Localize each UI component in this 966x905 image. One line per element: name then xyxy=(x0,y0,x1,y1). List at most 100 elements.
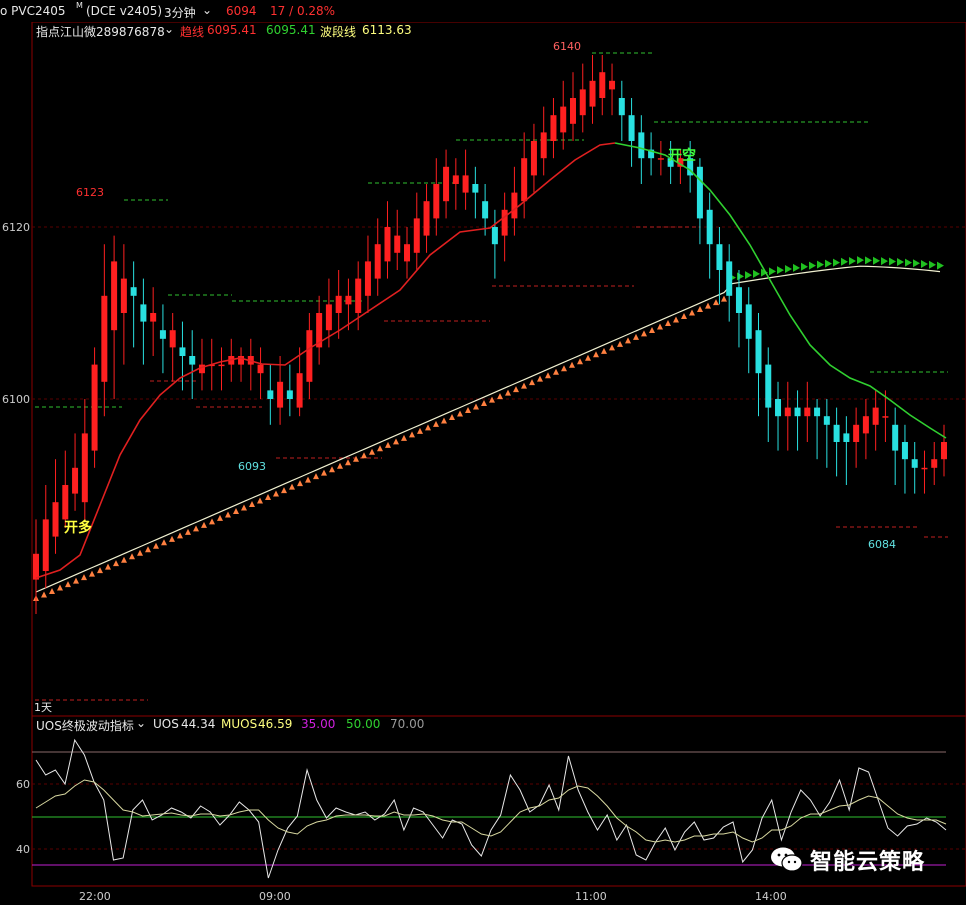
candle-body xyxy=(550,115,557,141)
candle-body xyxy=(716,244,723,270)
trend-green-path xyxy=(614,142,947,439)
sub-tick-60: 60 xyxy=(16,778,30,791)
candle-body xyxy=(491,227,498,245)
band-marker xyxy=(713,299,719,306)
indicator-name[interactable]: 指点江山微289876878 xyxy=(36,23,165,40)
band-marker xyxy=(769,267,776,276)
band-marker xyxy=(601,347,607,354)
band-marker xyxy=(673,316,679,323)
candle-body xyxy=(101,295,108,382)
candle-body xyxy=(150,313,157,322)
chart-canvas[interactable] xyxy=(0,0,966,905)
candle-body xyxy=(91,364,98,451)
candle-body xyxy=(901,442,908,460)
band-marker xyxy=(649,326,655,333)
band-marker xyxy=(609,344,615,351)
muos-path xyxy=(35,779,947,843)
candle-body xyxy=(892,424,899,451)
candle-body xyxy=(784,407,791,417)
price-tick-6100: 6100 xyxy=(2,393,30,406)
candle-body xyxy=(657,158,664,160)
band-marker xyxy=(153,542,159,549)
candle-body xyxy=(482,201,489,219)
last-price: 6094 xyxy=(226,4,257,18)
band-marker xyxy=(753,269,760,278)
price-tick-6120: 6120 xyxy=(2,221,30,234)
candle-body xyxy=(286,390,293,399)
candle-body xyxy=(853,424,860,442)
red-price-label: 6123 xyxy=(76,186,104,199)
period-selector[interactable]: 3分钟 xyxy=(164,4,196,21)
band-marker xyxy=(561,365,567,372)
main-chart-frame xyxy=(31,21,966,717)
candle-body xyxy=(472,184,479,193)
candle-body xyxy=(511,192,518,219)
sub-indicator-name[interactable]: UOS终极波动指标 xyxy=(36,717,134,734)
band-marker xyxy=(513,386,519,393)
candle-body xyxy=(745,304,752,339)
band-marker xyxy=(641,330,647,337)
chevron-down-icon[interactable]: ⌄ xyxy=(202,3,212,17)
candle-body xyxy=(452,175,459,184)
candle-body xyxy=(374,244,381,279)
band-marker xyxy=(897,258,904,267)
candle-body xyxy=(560,106,567,133)
candle-body xyxy=(569,98,576,124)
time-tick-2200: 22:00 xyxy=(79,890,111,903)
band-marker xyxy=(697,306,703,313)
bottom-tag: 1天 xyxy=(34,701,52,714)
candle-body xyxy=(433,184,440,219)
band-marker xyxy=(41,591,47,598)
band-marker xyxy=(385,441,391,448)
band-marker xyxy=(617,340,623,347)
band-marker xyxy=(577,358,583,365)
candle-body xyxy=(872,407,879,425)
candle-body xyxy=(443,166,450,202)
symbol-name[interactable]: o PVC2405 xyxy=(0,4,66,18)
band-marker xyxy=(857,256,864,265)
candle-body xyxy=(179,347,186,356)
band-marker xyxy=(257,497,263,504)
band-marker xyxy=(209,518,215,525)
band-marker xyxy=(345,459,351,466)
band-marker xyxy=(417,427,423,434)
band-marker xyxy=(849,256,856,265)
band-marker xyxy=(353,455,359,462)
band-marker xyxy=(745,271,752,280)
band-marker xyxy=(105,563,111,570)
candle-body xyxy=(589,80,596,107)
band-marker xyxy=(73,577,79,584)
candle-body xyxy=(882,416,889,418)
candle-body xyxy=(130,287,137,296)
band-marker xyxy=(89,570,95,577)
candle-body xyxy=(42,519,49,571)
candle-body xyxy=(120,278,127,313)
watermark: 智能云策略 xyxy=(770,843,925,877)
chevron-down-icon[interactable]: ⌄ xyxy=(136,716,146,730)
band-marker xyxy=(49,588,55,595)
band-marker xyxy=(225,511,231,518)
band-marker xyxy=(817,260,824,269)
watermark-text: 智能云策略 xyxy=(810,850,926,875)
candle-body xyxy=(62,485,69,520)
band-marker xyxy=(833,258,840,267)
band-marker xyxy=(377,445,383,452)
time-tick-1100: 11:00 xyxy=(575,890,607,903)
level-70-value: 70.00 xyxy=(390,717,425,731)
band-marker xyxy=(457,410,463,417)
band-marker xyxy=(529,379,535,386)
band-marker xyxy=(473,403,479,410)
band-marker xyxy=(297,480,303,487)
band-marker xyxy=(593,351,599,358)
candle-body xyxy=(404,244,411,262)
band-marker xyxy=(841,257,848,266)
open-long-signal: 开多 xyxy=(64,520,92,536)
candle-body xyxy=(862,416,869,434)
band-line-path xyxy=(35,265,941,593)
low-price-label-2: 6084 xyxy=(868,538,896,551)
band-marker xyxy=(665,319,671,326)
band-marker xyxy=(913,259,920,268)
candle-body xyxy=(364,261,371,296)
candle-body xyxy=(345,295,352,305)
chevron-down-icon[interactable]: ⌄ xyxy=(164,22,174,36)
